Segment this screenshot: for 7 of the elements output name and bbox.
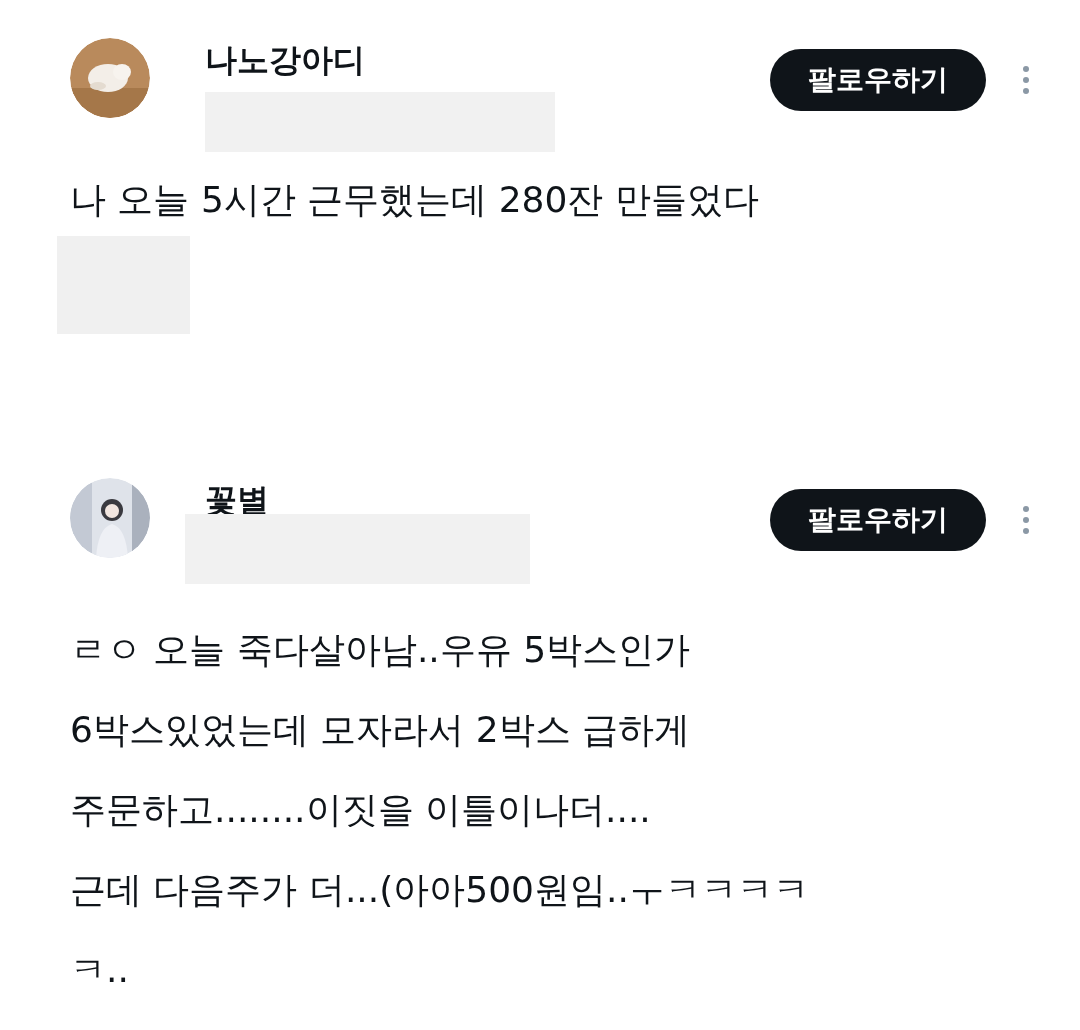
post-text: 나 오늘 5시간 근무했는데 280잔 만들었다 [70, 178, 760, 222]
post-text: ㄹㅇ 오늘 죽다살아남..우유 5박스인가 6박스있었는데 모자라서 2박스 급하게 주문하고........이짓을 이틀이나더.... 근데 다음주가 더...(아아500원임..ㅜㅋㅋㅋㅋㅋ.. [70, 628, 810, 992]
more-icon[interactable] [1022, 505, 1030, 535]
follow-button[interactable]: 팔로우하기 [770, 489, 986, 551]
more-icon[interactable] [1022, 65, 1030, 95]
follow-button[interactable]: 팔로우하기 [770, 49, 986, 111]
username: 나노강아디 [205, 40, 366, 81]
